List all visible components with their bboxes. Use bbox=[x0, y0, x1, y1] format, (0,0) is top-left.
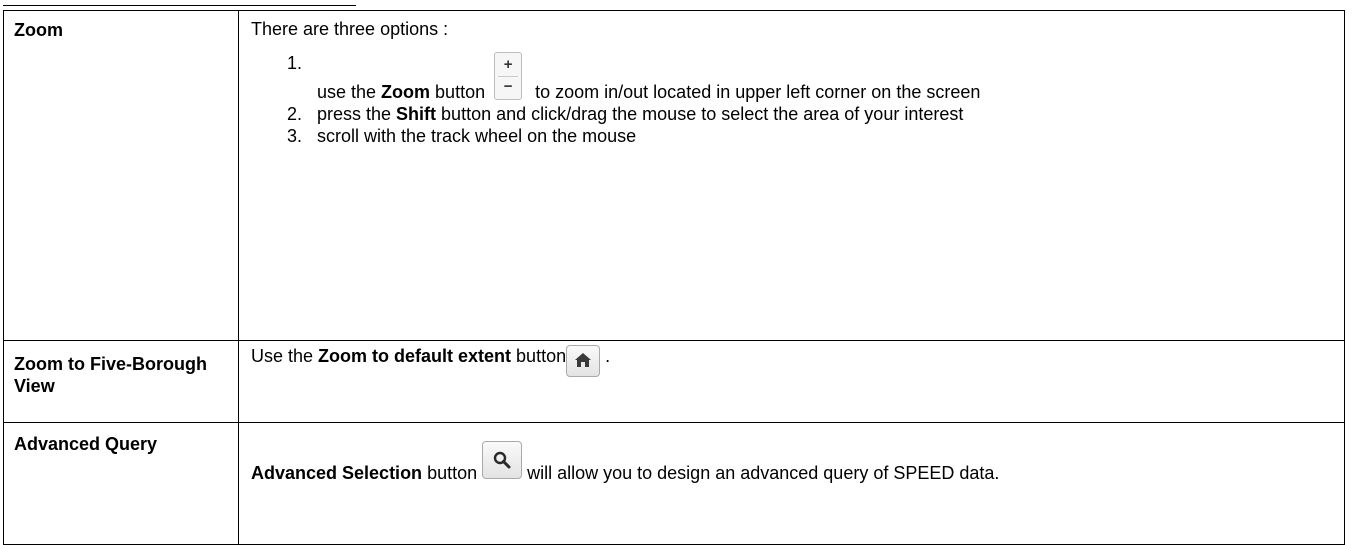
top-rule bbox=[3, 5, 356, 6]
desc-text: . bbox=[600, 346, 611, 366]
table-row-zoom: Zoom There are three options : 1. use th… bbox=[3, 10, 1345, 341]
home-icon bbox=[566, 345, 601, 377]
option-item-1: 1. use the Zoom button + − to zoom in/out… bbox=[287, 52, 1334, 103]
desc-bold: Zoom to default extent bbox=[318, 346, 512, 366]
desc-zoom: There are three options : 1. use the Zoo… bbox=[238, 10, 1345, 341]
zoom-plus-minus-icon: + − bbox=[494, 52, 523, 100]
option-bold: Zoom bbox=[381, 82, 431, 102]
option-number: 3. bbox=[287, 126, 303, 146]
option-item-2: 2. press the Shift button and click/drag… bbox=[287, 103, 1334, 125]
option-number: 1. bbox=[287, 53, 303, 73]
desc-bold: Advanced Selection bbox=[251, 463, 423, 483]
option-bold: Shift bbox=[396, 104, 437, 124]
desc-text: button bbox=[511, 346, 567, 366]
term-zoom: Zoom bbox=[3, 10, 239, 341]
search-icon bbox=[482, 441, 523, 479]
desc-five-borough: Use the Zoom to default extent button . bbox=[238, 340, 1345, 423]
options-list: 1. use the Zoom button + − to zoom in/out… bbox=[251, 52, 1334, 147]
option-text: to zoom in/out located in upper left cor… bbox=[530, 82, 981, 102]
term-five-borough: Zoom to Five-Borough View bbox=[3, 340, 239, 423]
table-row-advanced-query: Advanced Query Advanced Selection button… bbox=[3, 422, 1345, 545]
option-item-3: 3. scroll with the track wheel on the mo… bbox=[287, 125, 1334, 147]
desc-advanced-query: Advanced Selection button will allow you… bbox=[238, 422, 1345, 545]
desc-text: Use the bbox=[251, 346, 319, 366]
option-number: 2. bbox=[287, 104, 303, 124]
option-text: use the bbox=[317, 82, 382, 102]
option-text: button bbox=[430, 82, 486, 102]
option-text: scroll with the track wheel on the mouse bbox=[317, 126, 637, 146]
desc-text: will allow you to design an advanced que… bbox=[522, 463, 1000, 483]
option-text: press the bbox=[317, 104, 397, 124]
term-advanced-query: Advanced Query bbox=[3, 422, 239, 545]
options-intro: There are three options : bbox=[251, 19, 449, 39]
table-row-five-borough: Zoom to Five-Borough View Use the Zoom t… bbox=[3, 340, 1345, 423]
option-text: button and click/drag the mouse to selec… bbox=[436, 104, 964, 124]
help-table: Zoom There are three options : 1. use th… bbox=[3, 10, 1345, 545]
desc-text: button bbox=[422, 463, 483, 483]
